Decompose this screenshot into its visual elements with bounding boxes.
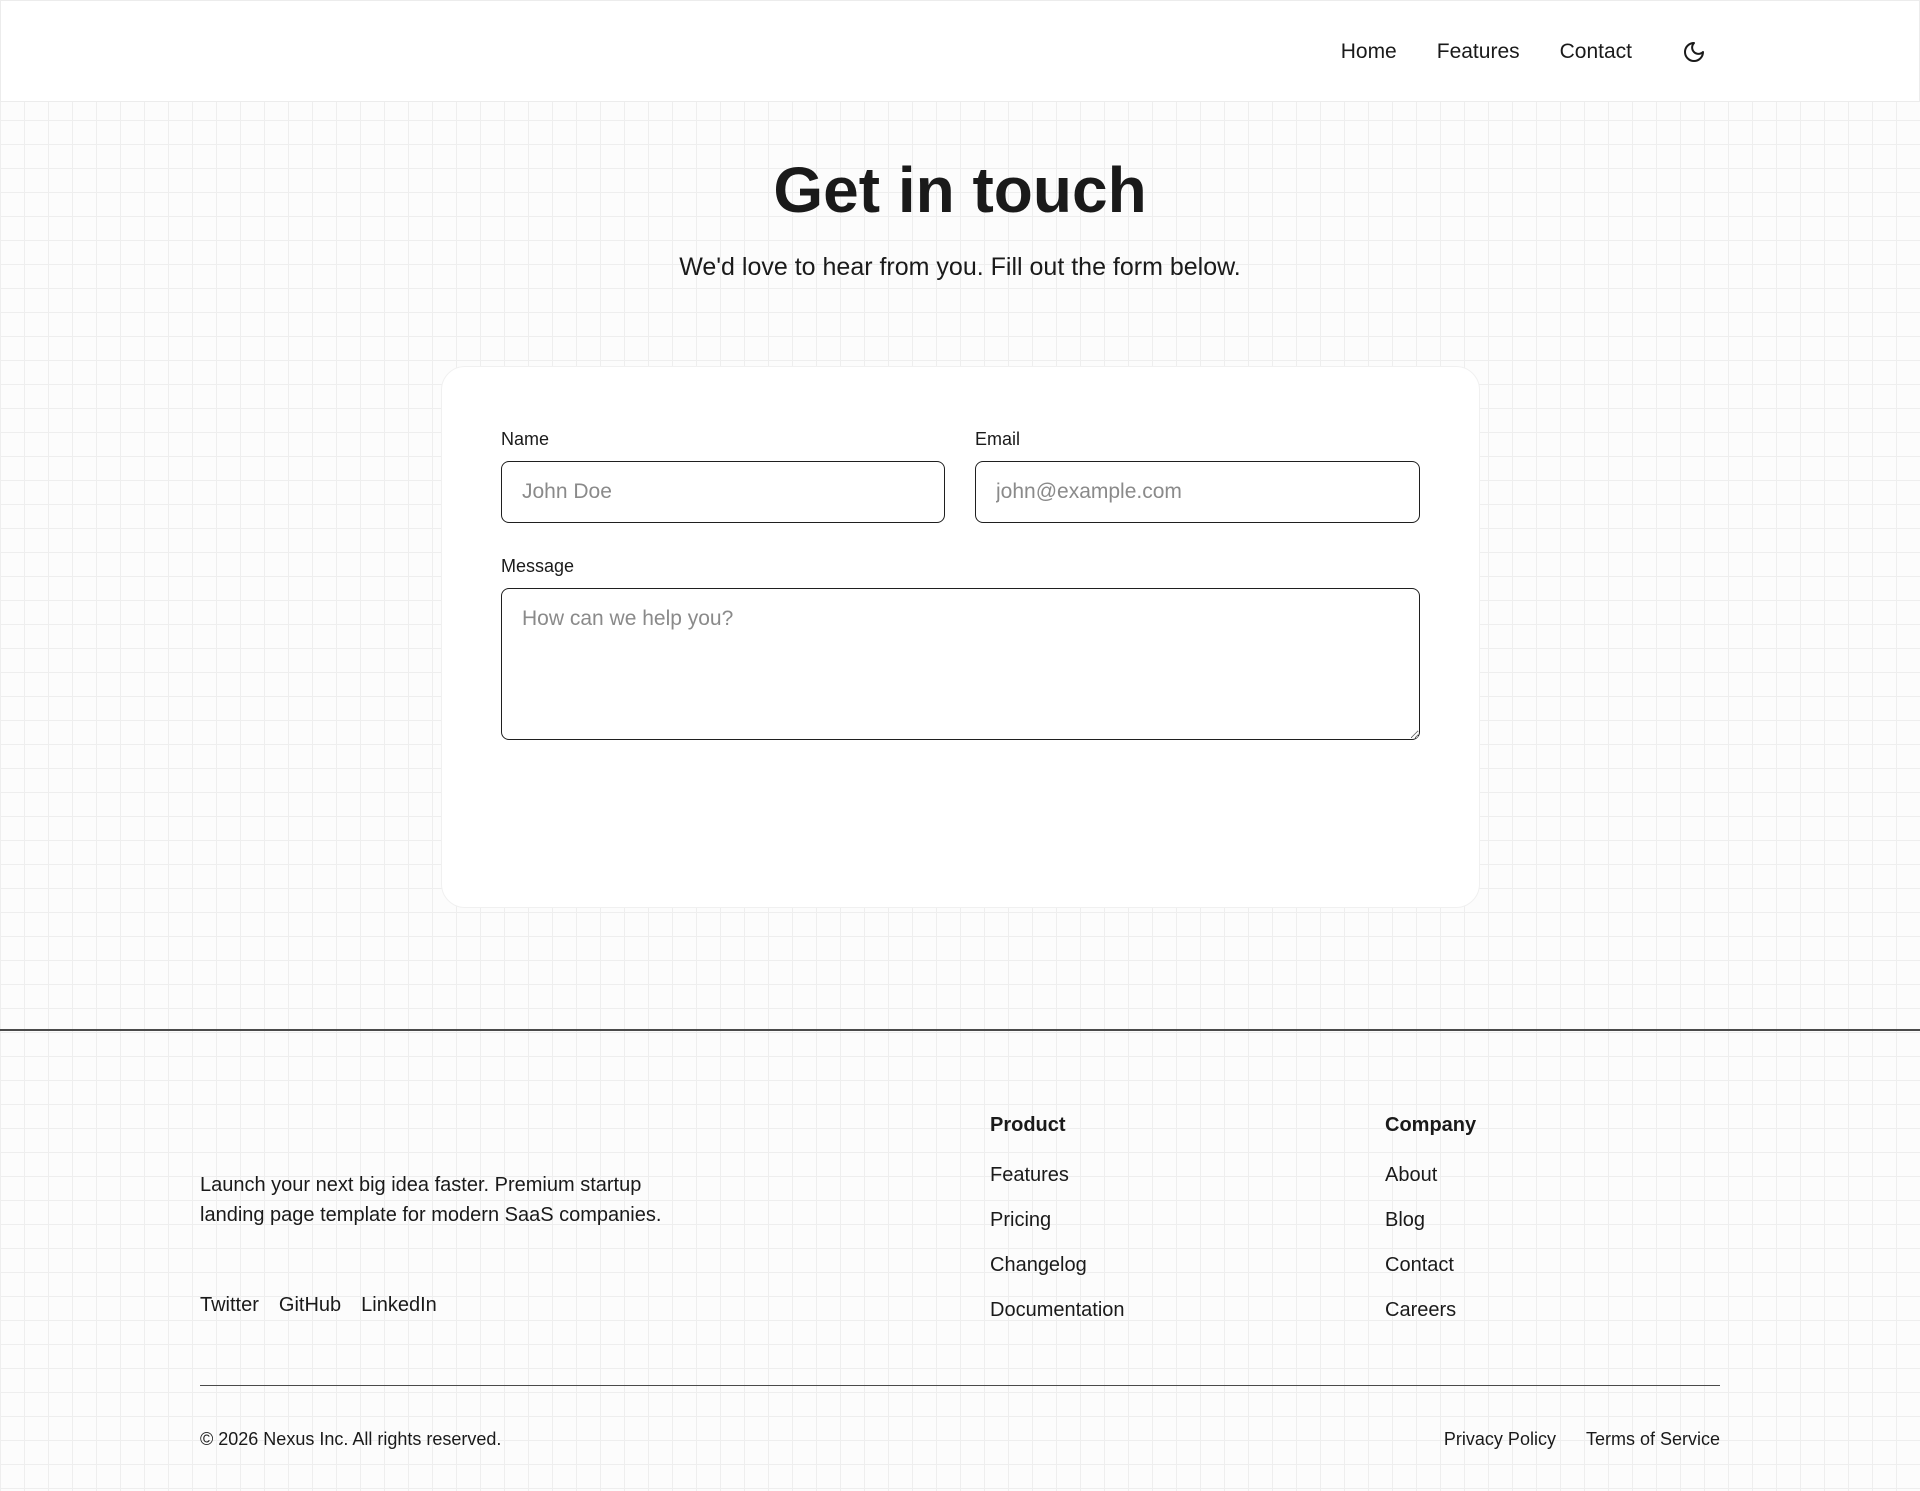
- footer-product-links: Features Pricing Changelog Documentation: [990, 1161, 1125, 1324]
- copyright-text: © 2026 Nexus Inc. All rights reserved.: [200, 1429, 502, 1449]
- message-textarea[interactable]: [501, 588, 1420, 740]
- email-label: Email: [975, 429, 1021, 449]
- footer-link-about[interactable]: About: [1385, 1161, 1476, 1189]
- footer-link-contact[interactable]: Contact: [1385, 1251, 1476, 1279]
- privacy-policy-link[interactable]: Privacy Policy: [1444, 1427, 1556, 1451]
- footer-company-links: About Blog Contact Careers: [1385, 1161, 1476, 1324]
- page-subtitle: We'd love to hear from you. Fill out the…: [679, 253, 1241, 281]
- footer-company-heading: Company: [1385, 1114, 1477, 1136]
- name-input[interactable]: [501, 461, 945, 523]
- message-label: Message: [501, 556, 575, 576]
- footer-divider: [0, 1029, 1920, 1031]
- footer-link-changelog[interactable]: Changelog: [990, 1251, 1125, 1279]
- linkedin-link[interactable]: LinkedIn: [361, 1291, 437, 1319]
- twitter-link[interactable]: Twitter: [200, 1291, 259, 1319]
- contact-form-card: Name Email Message: [441, 366, 1480, 908]
- footer-company-column: Company About Blog Contact Careers: [1385, 1111, 1476, 1341]
- legal-links: Privacy Policy Terms of Service: [1414, 1427, 1720, 1451]
- footer-bottom-divider: [200, 1385, 1720, 1386]
- nav-features-link[interactable]: Features: [1437, 40, 1520, 64]
- footer-link-pricing[interactable]: Pricing: [990, 1206, 1125, 1234]
- footer-product-column: Product Features Pricing Changelog Docum…: [990, 1111, 1125, 1341]
- terms-of-service-link[interactable]: Terms of Service: [1586, 1427, 1720, 1451]
- main-nav: Home Features Contact: [1341, 1, 1708, 103]
- footer-link-blog[interactable]: Blog: [1385, 1206, 1476, 1234]
- github-link[interactable]: GitHub: [279, 1291, 341, 1319]
- email-input[interactable]: [975, 461, 1420, 523]
- nav-home-link[interactable]: Home: [1341, 40, 1397, 64]
- theme-toggle-button[interactable]: [1680, 38, 1708, 66]
- footer-product-heading: Product: [990, 1114, 1066, 1136]
- footer-link-careers[interactable]: Careers: [1385, 1296, 1476, 1324]
- moon-icon: [1684, 42, 1704, 62]
- site-header: Home Features Contact: [0, 0, 1920, 102]
- footer-link-documentation[interactable]: Documentation: [990, 1296, 1125, 1324]
- page-title: Get in touch: [773, 154, 1147, 226]
- footer-tagline: Launch your next big idea faster. Premiu…: [200, 1174, 662, 1226]
- footer-link-features[interactable]: Features: [990, 1161, 1125, 1189]
- name-label: Name: [501, 429, 550, 449]
- nav-contact-link[interactable]: Contact: [1560, 40, 1632, 64]
- social-links: Twitter GitHub LinkedIn: [200, 1291, 457, 1319]
